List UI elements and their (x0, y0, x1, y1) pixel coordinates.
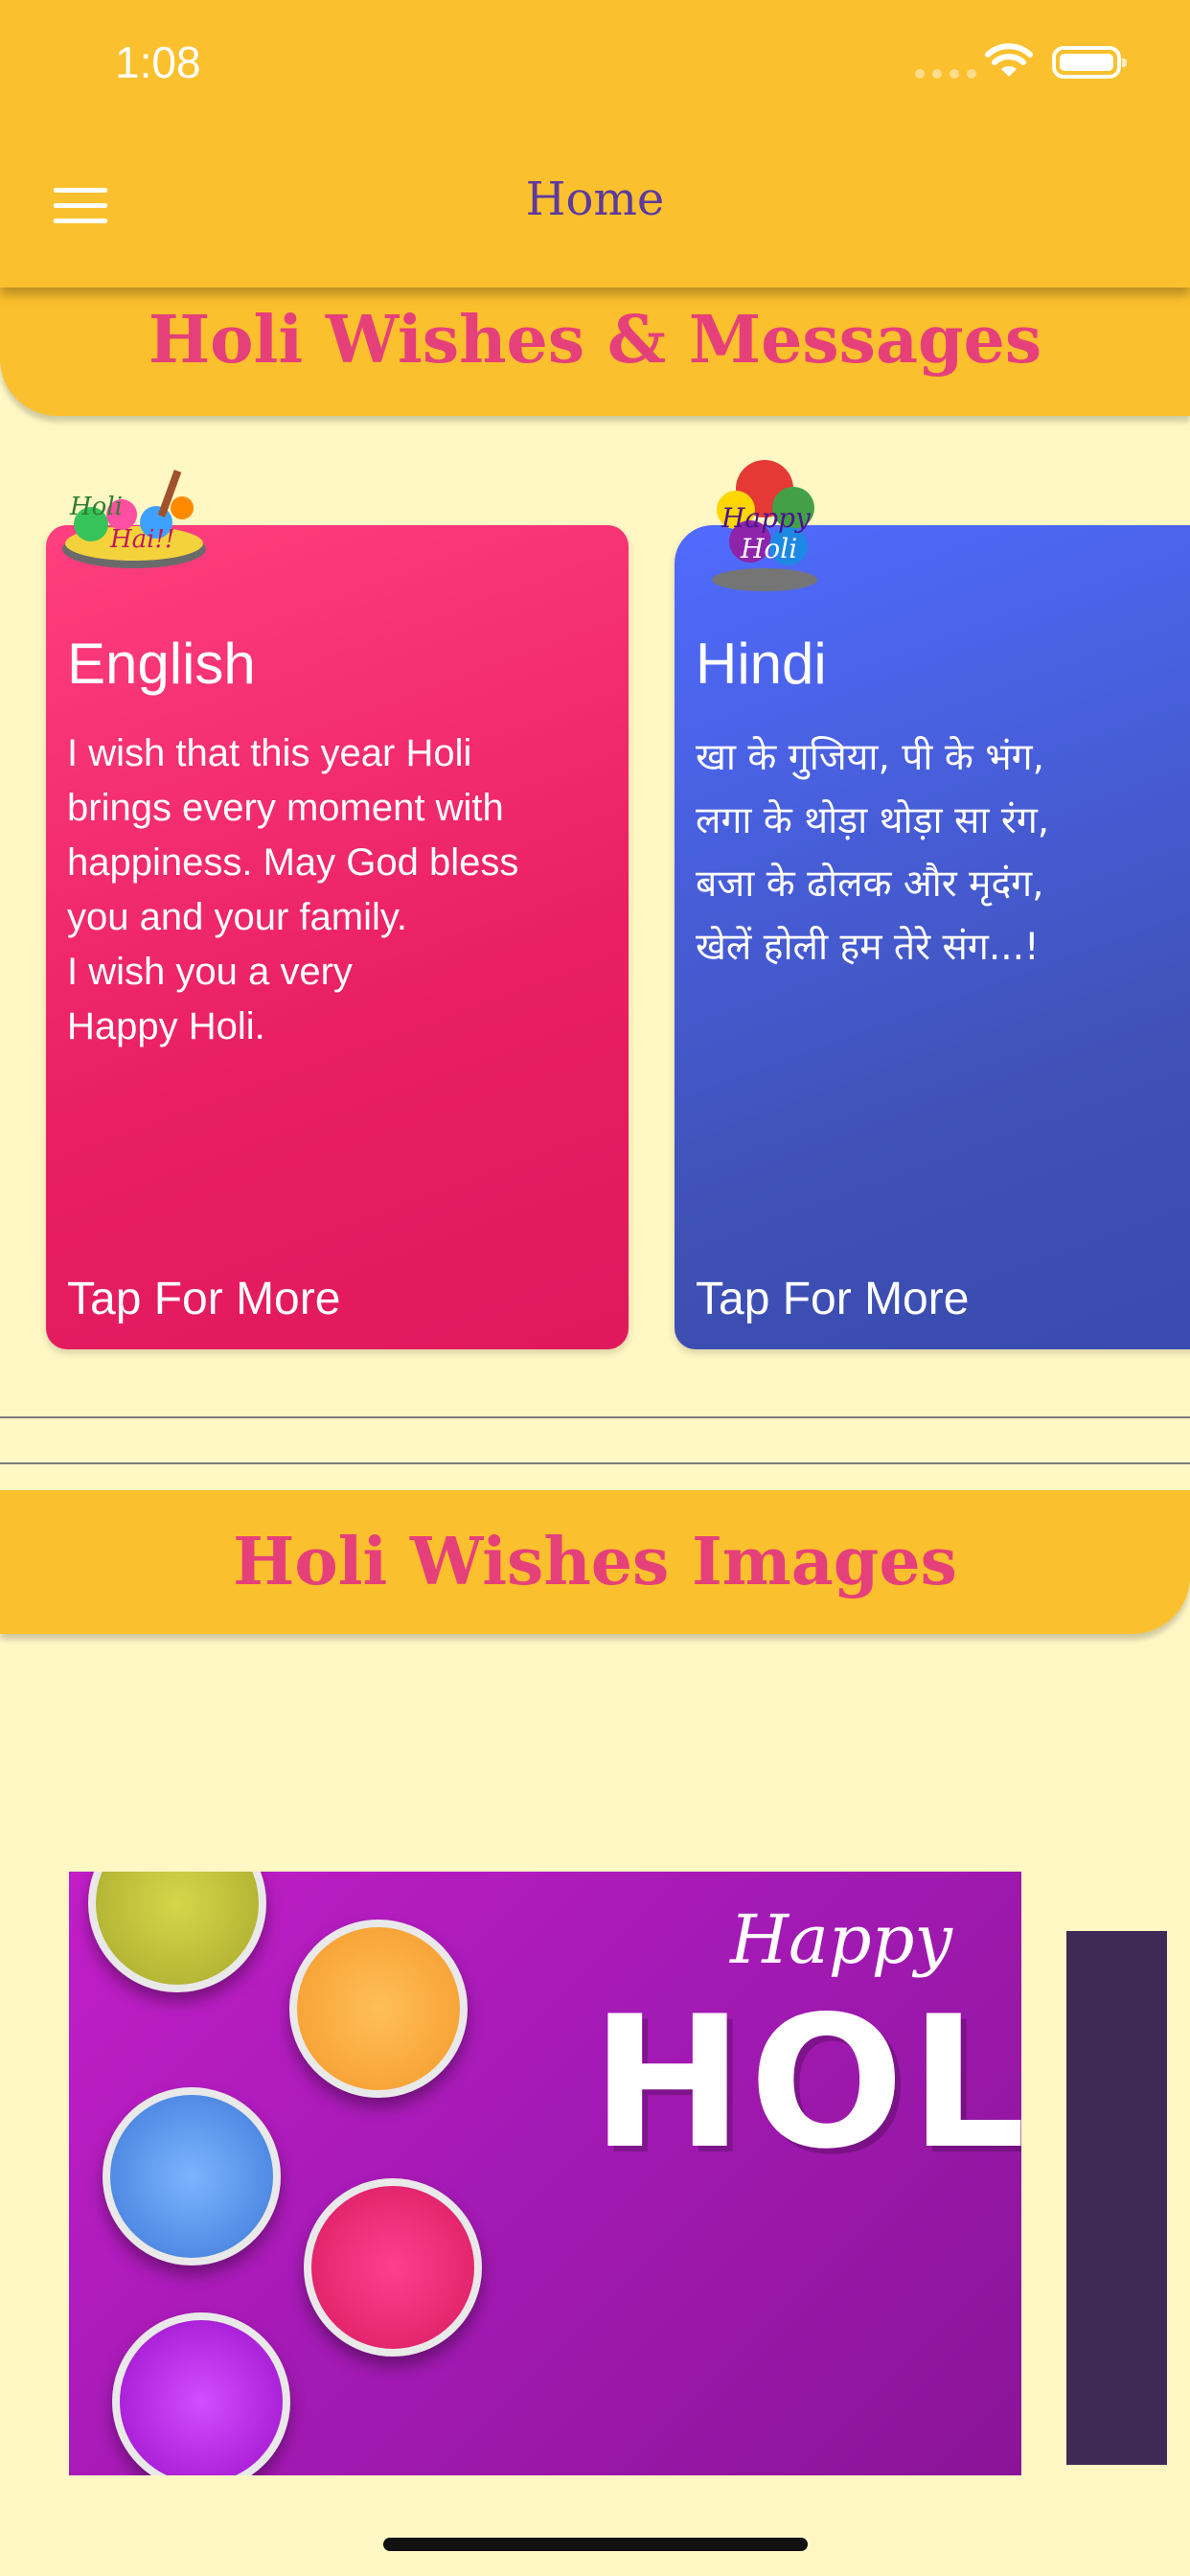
image-happy-text: Happy (730, 1900, 952, 1979)
cellular-signal-icon (915, 69, 976, 79)
holi-wish-image[interactable]: Happy HOLI (69, 1872, 1021, 2475)
app-bar: 1:08 Home (0, 0, 1190, 288)
home-indicator[interactable] (383, 2538, 808, 2551)
image-holi-text: HOLI (591, 1977, 1021, 2189)
color-bowl (304, 2178, 482, 2357)
color-bowl (112, 2312, 290, 2475)
card-message: I wish that this year Holi brings every … (67, 732, 519, 1047)
hindi-wishes-card[interactable]: Hindi खा के गुजिया, पी के भंग, लगा के थो… (675, 525, 1190, 1349)
color-bowl (88, 1872, 266, 1992)
color-bowl (103, 2087, 281, 2266)
divider (0, 1416, 1190, 1418)
next-carousel-image[interactable] (1066, 1931, 1167, 2465)
messages-section-header: Holi Wishes & Messages (0, 288, 1190, 416)
page-title: Home (525, 172, 665, 226)
card-language-title: Hindi (696, 632, 827, 696)
svg-text:Holi: Holi (69, 493, 123, 521)
tap-for-more-link[interactable]: Tap For More (67, 1273, 340, 1325)
svg-text:Holi: Holi (740, 533, 797, 564)
svg-text:Hai!!: Hai!! (109, 525, 174, 554)
color-bowl (289, 1920, 468, 2098)
svg-text:Happy: Happy (721, 502, 812, 534)
status-time: 1:08 (115, 37, 201, 87)
happy-holi-sticker-icon: Happy Holi (712, 460, 817, 591)
holi-hai-sticker-icon: Holi Hai!! (62, 470, 206, 568)
english-wishes-card[interactable]: English I wish that this year Holi bring… (46, 525, 629, 1349)
divider (0, 1462, 1190, 1464)
wifi-icon (985, 43, 1033, 77)
card-message: खा के गुजिया, पी के भंग, लगा के थोड़ा थो… (696, 736, 1050, 969)
images-section-header: Holi Wishes Images (0, 1490, 1190, 1634)
battery-icon (1052, 46, 1127, 79)
tap-for-more-link[interactable]: Tap For More (696, 1273, 969, 1325)
card-language-title: English (67, 632, 256, 696)
